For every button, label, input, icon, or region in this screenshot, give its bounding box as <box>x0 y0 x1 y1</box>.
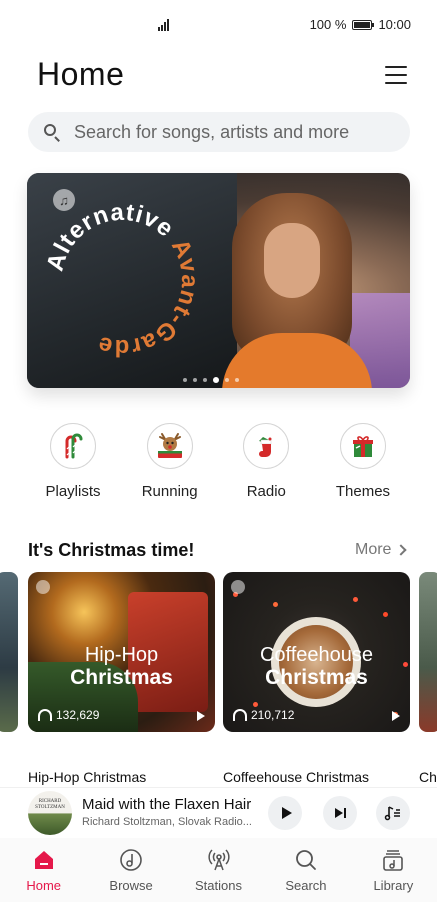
shortcut-label: Playlists <box>45 483 101 500</box>
broadcast-icon <box>207 848 231 872</box>
queue-icon <box>384 806 400 821</box>
carousel-dots <box>183 377 239 383</box>
card-peek-left[interactable] <box>0 572 18 732</box>
search-icon <box>42 122 62 142</box>
playlist-card[interactable]: Hip-Hop Christmas 132,629 Hip-Hop Christ… <box>28 572 215 785</box>
queue-button[interactable] <box>376 796 410 830</box>
art-line2: Christmas <box>70 666 173 689</box>
playlist-art: Coffeehouse Christmas 210,712 <box>223 572 410 732</box>
cover-text: RICHARD STOLTZMAN <box>35 799 65 810</box>
tab-label: Stations <box>195 878 242 893</box>
playlist-carousel: Hip-Hop Christmas 132,629 Hip-Hop Christ… <box>0 572 437 787</box>
play-count-value: 132,629 <box>56 708 100 722</box>
shortcut-radio[interactable]: Radio <box>221 423 311 500</box>
signal-icon <box>158 18 169 31</box>
art-line1: Hip-Hop <box>84 644 159 666</box>
tab-library[interactable]: Library <box>350 838 437 902</box>
play-icon <box>281 807 292 819</box>
status-bar: 100 % 10:00 <box>0 0 437 50</box>
library-icon <box>381 848 405 872</box>
playlist-art: Hip-Hop Christmas 132,629 <box>28 572 215 732</box>
skip-next-icon <box>334 808 346 818</box>
playlist-name-partial: Ch <box>419 769 437 785</box>
headphones-icon <box>233 709 247 721</box>
playlist-card[interactable]: Coffeehouse Christmas 210,712 Coffeehous… <box>223 572 410 785</box>
tab-label: Library <box>373 878 414 893</box>
play-count: 132,629 <box>38 708 99 722</box>
shortcut-themes[interactable]: Themes <box>318 423 408 500</box>
home-icon <box>32 848 56 872</box>
bottom-tab-bar: Home Browse Stations Search Library <box>0 838 437 902</box>
play-count: 210,712 <box>233 708 294 722</box>
shortcut-running[interactable]: Running <box>125 423 215 500</box>
more-label: More <box>355 541 392 558</box>
music-disc-icon <box>119 848 143 872</box>
music-note-icon <box>231 580 245 594</box>
art-line2: Christmas <box>265 666 368 689</box>
art-line1: Coffeehouse <box>259 644 374 666</box>
tab-home[interactable]: Home <box>0 838 87 902</box>
tab-browse[interactable]: Browse <box>87 838 174 902</box>
track-artist: Richard Stoltzman, Slovak Radio... <box>82 816 252 828</box>
shortcut-label: Themes <box>335 483 391 500</box>
next-button[interactable] <box>323 796 357 830</box>
section-title: It's Christmas time! <box>28 540 195 560</box>
chevron-right-icon <box>395 544 408 556</box>
card-peek-right[interactable] <box>419 572 437 732</box>
status-right: 100 % 10:00 <box>310 17 411 32</box>
play-icon[interactable] <box>392 711 400 721</box>
gift-icon <box>339 423 386 469</box>
tab-label: Home <box>26 878 62 893</box>
candy-cane-icon <box>50 423 96 469</box>
banner-ring-text: Alternative Avant-Garde <box>42 199 204 361</box>
banner-photo <box>222 193 372 388</box>
featured-banner[interactable]: ♫ Alternative Avant-Garde <box>27 173 410 388</box>
battery-percent: 100 % <box>309 17 347 32</box>
play-count-value: 210,712 <box>251 708 295 722</box>
tab-search[interactable]: Search <box>262 838 349 902</box>
page-title: Home <box>37 56 125 92</box>
track-title: Maid with the Flaxen Hair <box>82 796 252 813</box>
search-icon <box>294 848 318 872</box>
reindeer-icon <box>146 423 193 469</box>
playlist-name: Coffeehouse Christmas <box>223 769 370 785</box>
ring-text-orange: Avant-Garde <box>94 235 203 361</box>
stocking-icon <box>243 423 290 469</box>
ring-text-white: Alternative <box>42 199 180 274</box>
music-note-icon <box>36 580 50 594</box>
shortcut-label: Radio <box>246 483 286 500</box>
search-bar[interactable] <box>28 112 410 152</box>
search-input[interactable] <box>74 121 394 143</box>
headphones-icon <box>38 709 52 721</box>
tab-stations[interactable]: Stations <box>175 838 262 902</box>
more-link[interactable]: More <box>355 541 408 559</box>
shortcut-label: Running <box>141 483 198 500</box>
shortcut-playlists[interactable]: Playlists <box>28 423 118 500</box>
clock: 10:00 <box>378 17 411 32</box>
tab-label: Search <box>285 878 327 893</box>
svg-text:AlternativeAvant-Garde: Alternative Avant-Garde <box>42 199 204 361</box>
playlist-name: Hip-Hop Christmas <box>28 769 147 785</box>
tab-label: Browse <box>109 878 153 893</box>
menu-icon[interactable] <box>385 66 407 84</box>
play-button[interactable] <box>268 796 302 830</box>
shortcut-row: Playlists Running Radio Themes <box>28 423 408 500</box>
battery-icon <box>352 19 375 30</box>
play-icon[interactable] <box>197 711 205 721</box>
album-cover: RICHARD STOLTZMAN <box>28 791 72 835</box>
mini-player[interactable]: RICHARD STOLTZMAN Maid with the Flaxen H… <box>0 787 437 837</box>
